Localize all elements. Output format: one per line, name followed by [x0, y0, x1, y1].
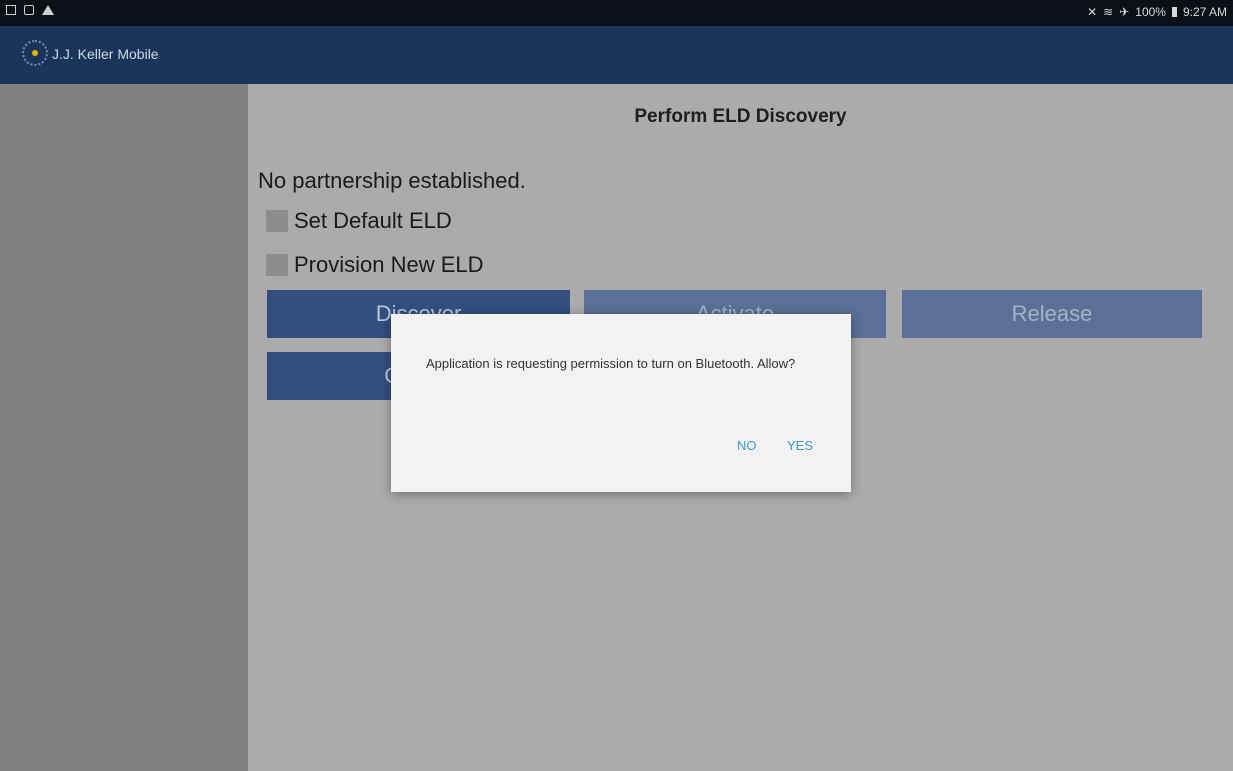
dialog-message: Application is requesting permission to …: [426, 356, 796, 371]
bluetooth-permission-dialog: Application is requesting permission to …: [391, 314, 851, 492]
dialog-no-button[interactable]: NO: [737, 438, 757, 453]
dialog-yes-button[interactable]: YES: [787, 438, 813, 453]
